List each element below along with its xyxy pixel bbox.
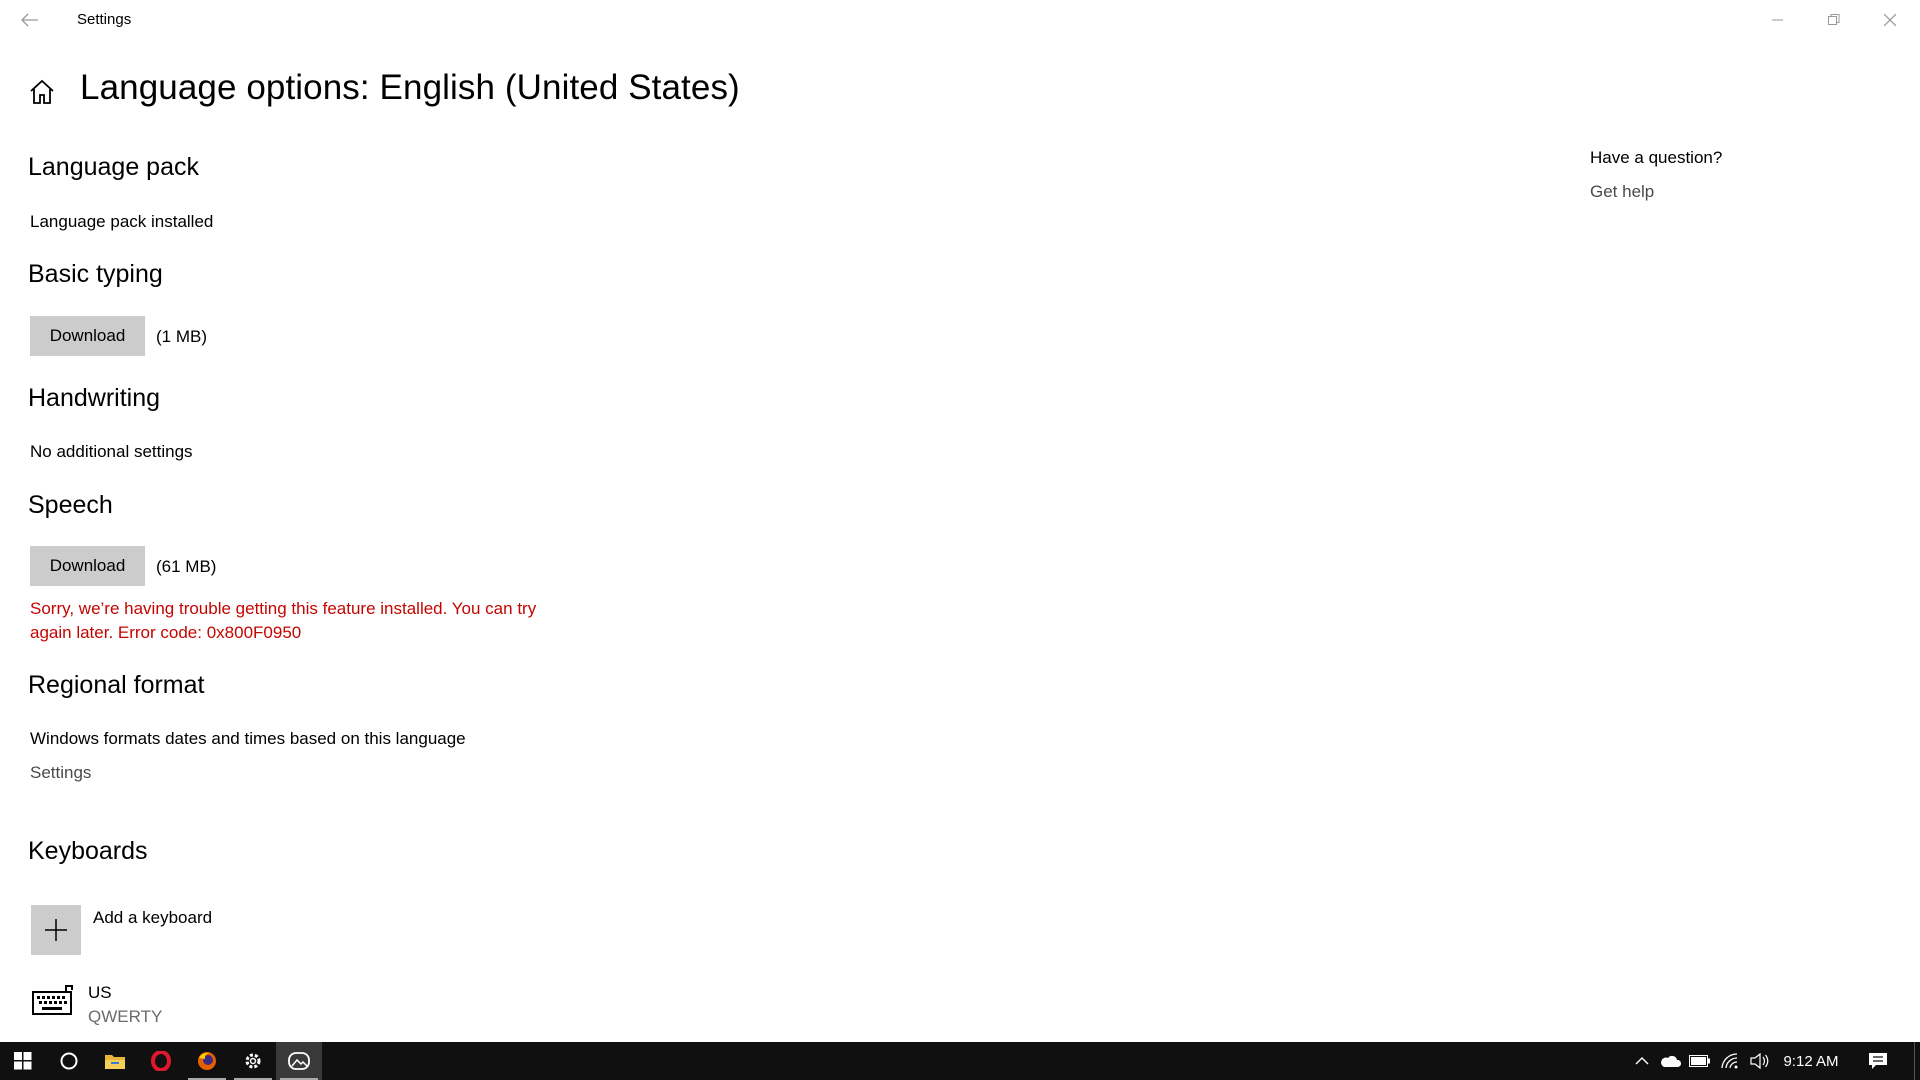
file-explorer-icon	[105, 1055, 125, 1069]
keyboard-item-us[interactable]	[32, 983, 76, 1017]
restore-icon	[1828, 14, 1840, 25]
firefox-button[interactable]	[184, 1042, 230, 1080]
window-title: Settings	[77, 11, 132, 28]
keyboards-heading: Keyboards	[28, 837, 148, 865]
basic-typing-download-button[interactable]: Download	[30, 316, 145, 356]
add-keyboard-label[interactable]: Add a keyboard	[93, 908, 212, 928]
handwriting-heading: Handwriting	[28, 384, 161, 412]
network-button[interactable]	[1716, 1042, 1744, 1080]
close-icon	[1884, 14, 1896, 26]
speech-size: (61 MB)	[156, 557, 217, 576]
regional-format-heading: Regional format	[28, 671, 205, 699]
taskbar-clock[interactable]: 9:12 AM	[1776, 1042, 1846, 1080]
firefox-icon	[198, 1052, 216, 1070]
start-icon	[14, 1052, 32, 1070]
add-keyboard-button[interactable]	[31, 905, 81, 955]
language-pack-status: Language pack installed	[30, 212, 214, 231]
restore-button[interactable]	[1806, 0, 1862, 40]
speech-download-button[interactable]: Download	[30, 546, 145, 586]
file-explorer-button[interactable]	[92, 1042, 138, 1080]
opera-icon	[151, 1051, 171, 1071]
close-button[interactable]	[1862, 0, 1918, 40]
minimize-button[interactable]	[1750, 0, 1806, 40]
regional-format-description: Windows formats dates and times based on…	[30, 729, 466, 748]
onedrive-cloud-icon	[1661, 1055, 1681, 1067]
basic-typing-size: (1 MB)	[156, 327, 207, 346]
volume-button[interactable]	[1746, 1042, 1774, 1080]
cortana-button[interactable]	[46, 1042, 92, 1080]
basic-typing-heading: Basic typing	[28, 260, 163, 288]
keyboard-icon	[32, 985, 73, 1015]
title-bar: Settings	[0, 0, 1920, 40]
back-arrow-icon	[21, 13, 38, 27]
volume-icon	[1750, 1053, 1769, 1069]
action-center-button[interactable]	[1864, 1042, 1892, 1080]
back-button[interactable]	[10, 4, 50, 36]
keyboard-layout: QWERTY	[88, 1007, 163, 1026]
speech-error-line: Sorry, we’re having trouble getting this…	[30, 599, 537, 618]
minimize-icon	[1772, 19, 1783, 21]
wifi-icon	[1721, 1053, 1738, 1069]
battery-icon	[1689, 1055, 1710, 1067]
opera-button[interactable]	[138, 1042, 184, 1080]
chevron-up-icon	[1635, 1057, 1649, 1065]
show-desktop-button[interactable]	[1914, 1042, 1920, 1080]
show-hidden-icons-button[interactable]	[1628, 1042, 1656, 1080]
language-pack-heading: Language pack	[28, 153, 199, 181]
onedrive-button[interactable]	[1656, 1042, 1684, 1080]
taskbar: 9:12 AM	[0, 1042, 1920, 1080]
photos-app-button[interactable]	[276, 1042, 322, 1080]
speech-heading: Speech	[28, 491, 113, 519]
photos-app-icon	[288, 1052, 310, 1070]
regional-format-settings-link[interactable]: Settings	[30, 763, 91, 783]
speech-error-message: Sorry, we’re having trouble getting this…	[30, 597, 590, 645]
home-icon	[30, 79, 54, 104]
plus-icon	[45, 919, 67, 941]
keyboard-name: US	[88, 983, 112, 1002]
action-center-icon	[1869, 1053, 1887, 1069]
battery-button[interactable]	[1686, 1042, 1714, 1080]
get-help-link[interactable]: Get help	[1590, 182, 1654, 202]
settings-gear-icon	[245, 1053, 261, 1069]
settings-taskbar-button[interactable]	[230, 1042, 276, 1080]
page-title: Language options: English (United States…	[80, 68, 740, 107]
cortana-icon	[60, 1052, 78, 1070]
handwriting-status: No additional settings	[30, 442, 193, 461]
speech-error-line: again later. Error code: 0x800F0950	[30, 623, 302, 642]
home-button[interactable]	[28, 78, 58, 108]
start-button[interactable]	[0, 1042, 46, 1080]
help-question: Have a question?	[1590, 148, 1723, 167]
